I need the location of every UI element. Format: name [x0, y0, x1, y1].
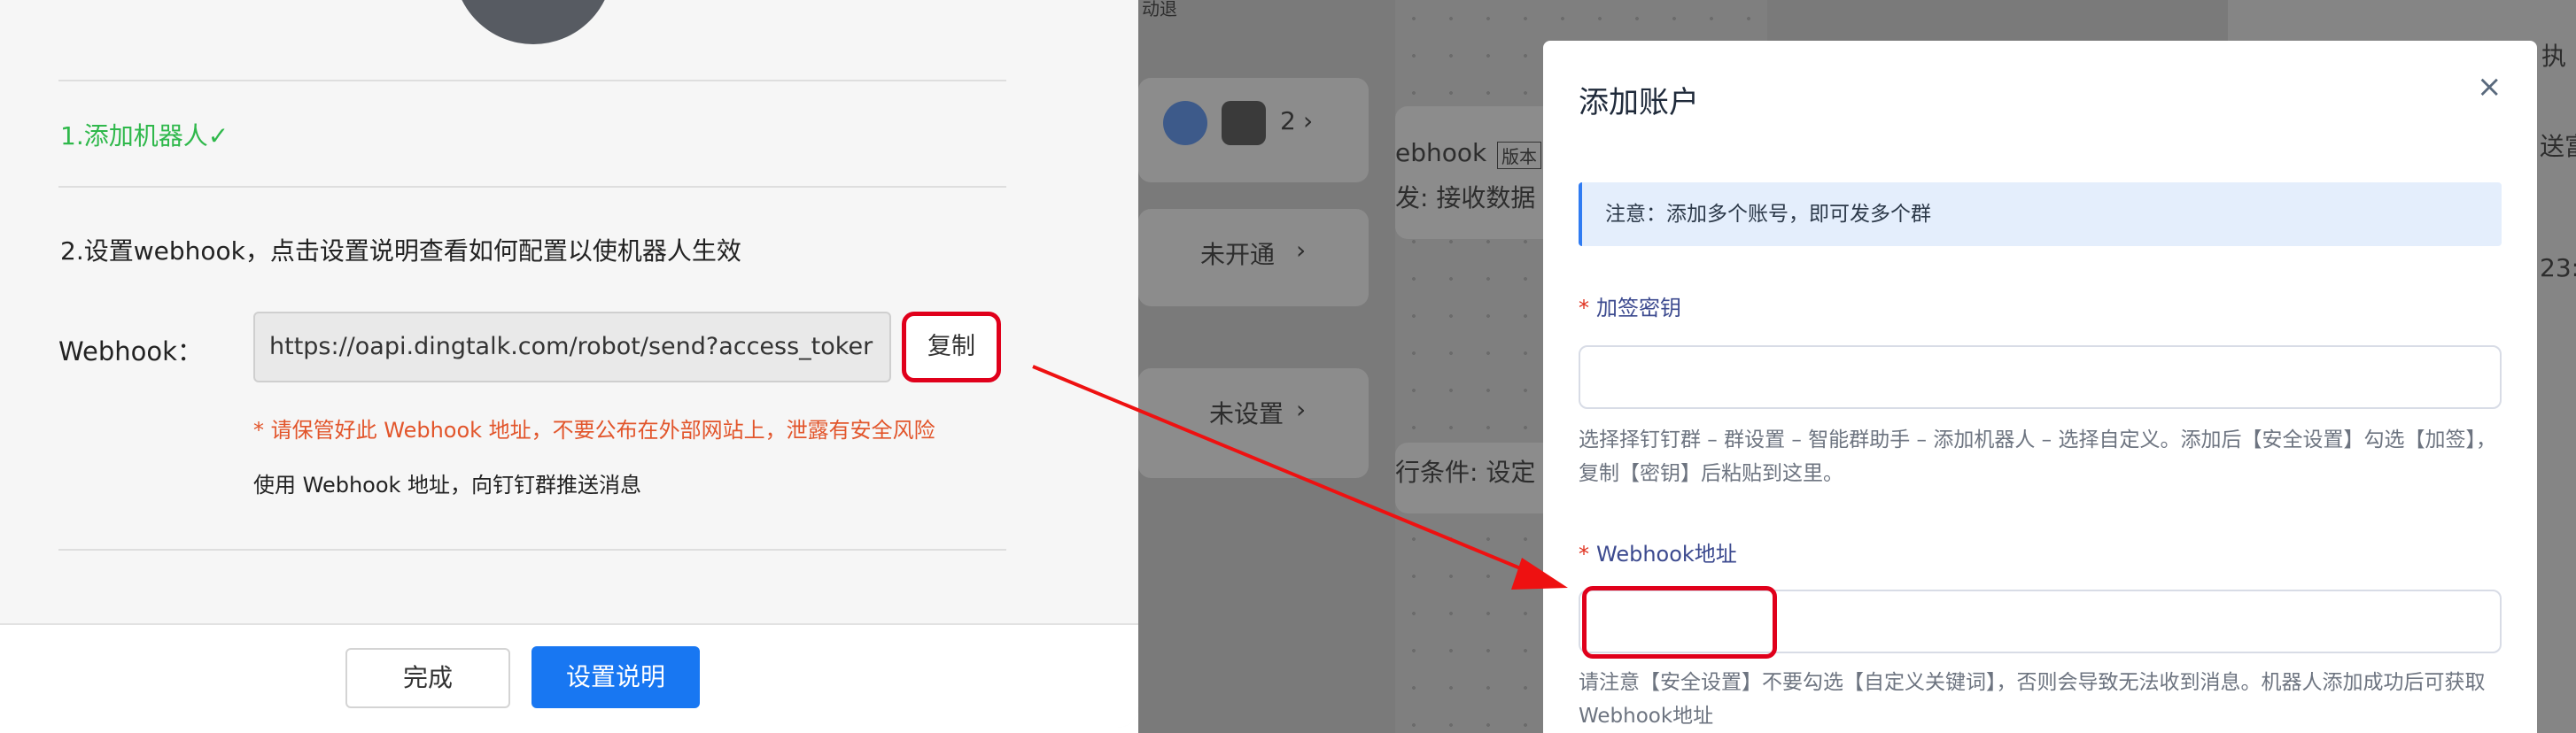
- bg-right-top: 执: [2541, 42, 2567, 71]
- status-not-enabled[interactable]: 未开通: [1200, 235, 1275, 271]
- step2-heading: 2.设置webhook，点击设置说明查看如何配置以使机器人生效: [60, 236, 741, 266]
- robot-avatar-circle: [454, 0, 613, 44]
- setup-instructions-button[interactable]: 设置说明: [531, 646, 700, 708]
- required-star: *: [1579, 296, 1589, 320]
- sign-secret-input[interactable]: [1579, 345, 2502, 409]
- webhook-address-help: 请注意【安全设置】不要勾选【自定义关键词】，否则会导致无法收到消息。机器人添加成…: [1579, 671, 2486, 728]
- chevron-right-icon: ›: [1296, 235, 1307, 265]
- security-warning: * 请保管好此 Webhook 地址，不要公布在外部网站上，泄露有安全风险: [253, 418, 935, 443]
- close-icon[interactable]: ×: [2477, 69, 2502, 104]
- sign-secret-label: * 加签密钥: [1579, 290, 1681, 321]
- member-avatar: [1163, 101, 1207, 145]
- webhook-info: 使用 Webhook 地址，向钉钉群推送消息: [253, 473, 642, 498]
- bg-top-text: 动退: [1142, 0, 1177, 19]
- bg-webhook-text: ebhook: [1395, 138, 1487, 167]
- bg-right-time: 23:: [2540, 253, 2576, 282]
- bg-receive-text: 发: 接收数据: [1395, 183, 1536, 212]
- bg-right-send: 送富: [2540, 132, 2576, 161]
- status-not-set[interactable]: 未设置: [1209, 395, 1284, 430]
- required-star: *: [1579, 542, 1589, 567]
- sign-secret-help: 选择择钉钉群 – 群设置 – 智能群助手 – 添加机器人 – 选择自定义。添加后…: [1579, 428, 2496, 485]
- divider: [58, 80, 1006, 81]
- screenshot-stage: 动退 2 › 未开通 › 未设置 › ebhook 版本 发: 接收数据 行条件…: [0, 0, 2576, 733]
- webhook-url-field[interactable]: https://oapi.dingtalk.com/robot/send?acc…: [253, 312, 891, 382]
- sign-secret-label-text: 加签密钥: [1596, 296, 1681, 320]
- chevron-right-icon: ›: [1296, 395, 1307, 424]
- webhook-address-label: * Webhook地址: [1579, 536, 1737, 567]
- add-account-modal: 添加账户 × 注意：添加多个账号，即可发多个群 * 加签密钥 选择择钉钉群 – 群…: [1543, 41, 2537, 733]
- version-badge: 版本: [1497, 142, 1541, 169]
- done-button[interactable]: 完成: [345, 648, 510, 708]
- bg-condition-text: 行条件: 设定: [1395, 458, 1536, 487]
- divider: [58, 186, 1006, 188]
- webhook-label: Webhook：: [58, 336, 203, 366]
- member-count: 2: [1280, 106, 1296, 135]
- divider: [58, 549, 1006, 551]
- copy-button[interactable]: 复制: [902, 312, 1001, 382]
- step1-added: 1.添加机器人✓: [60, 121, 229, 150]
- webhook-address-label-text: Webhook地址: [1596, 542, 1737, 567]
- highlight-box: [1582, 586, 1777, 659]
- notice-banner: 注意：添加多个账号，即可发多个群: [1579, 182, 2502, 246]
- robot-dialog: 1.添加机器人✓ 2.设置webhook，点击设置说明查看如何配置以使机器人生效…: [0, 0, 1138, 728]
- robot-avatar: [1222, 101, 1266, 145]
- modal-title: 添加账户: [1579, 85, 1699, 120]
- chevron-right-icon: ›: [1303, 106, 1314, 135]
